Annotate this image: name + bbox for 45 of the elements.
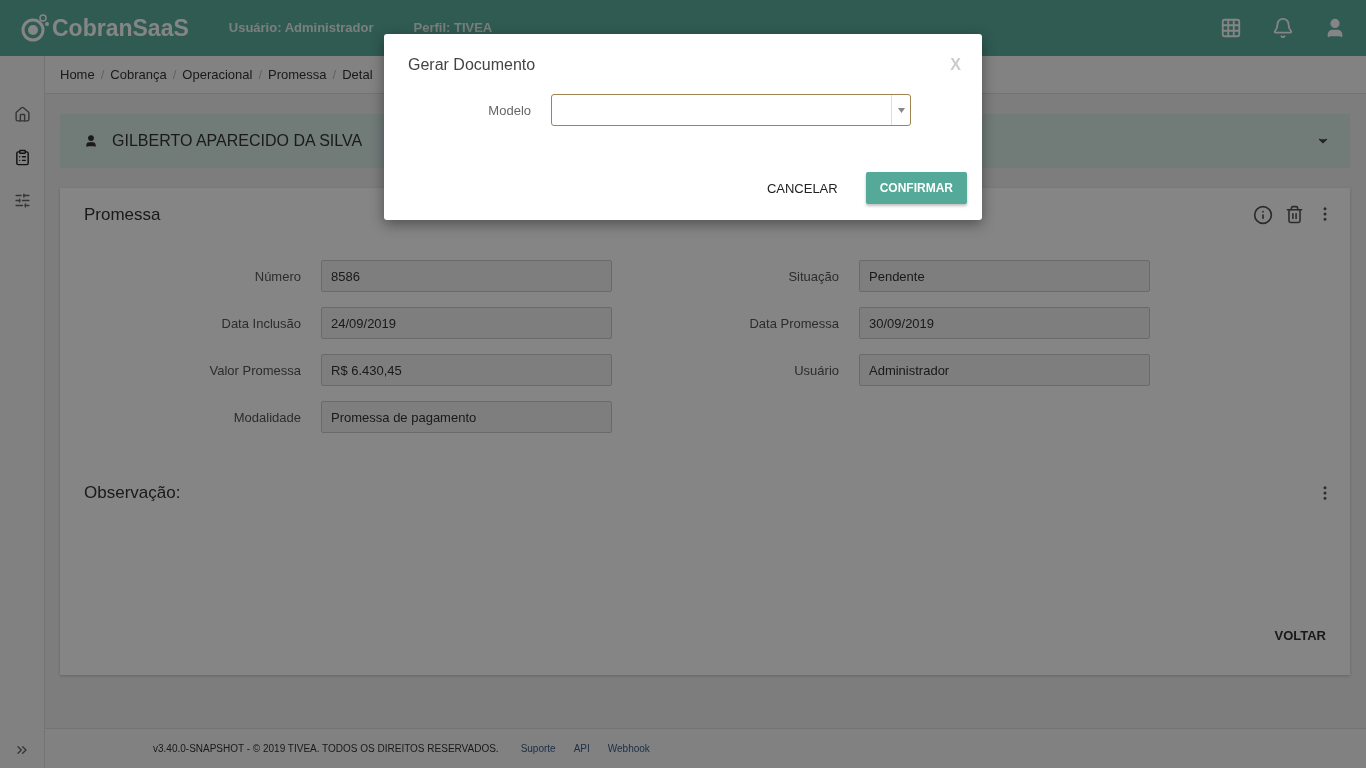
footer-link[interactable]: Webhook <box>607 743 650 754</box>
input-field[interactable]: 24/09/2019 <box>321 307 612 339</box>
person-icon <box>84 134 98 148</box>
input-field[interactable]: Administrador <box>859 354 1150 386</box>
input-field[interactable]: 30/09/2019 <box>859 307 1150 339</box>
copyright-text: v3.40.0-SNAPSHOT - © 2019 TIVEA. TODOS OS DIREITOS RESERVADOS. <box>153 743 499 754</box>
notifications-icon[interactable] <box>1272 17 1294 39</box>
footer-link[interactable]: API <box>573 743 590 754</box>
breadcrumb-link[interactable]: Cobrança <box>110 67 167 82</box>
input-field[interactable]: R$ 6.430,45 <box>321 354 612 386</box>
info-icon[interactable] <box>1253 205 1273 225</box>
field-label: Valor Promessa <box>208 362 301 378</box>
field-label: Modelo <box>487 102 531 118</box>
breadcrumb-separator: / <box>258 67 263 82</box>
input-field[interactable]: Promessa de pagamento <box>321 401 612 433</box>
breadcrumb-separator: / <box>332 67 337 82</box>
breadcrumb-separator: / <box>100 67 105 82</box>
brand-name: CobranSaaS <box>52 14 189 42</box>
user-info: Usuário: Administrador <box>228 19 374 35</box>
person-name: GILBERTO APARECIDO DA SILVA <box>112 132 363 150</box>
field-label: Usuário <box>793 362 839 378</box>
back-button[interactable]: VOLTAR <box>1266 620 1334 651</box>
breadcrumb-link[interactable]: Detal <box>342 67 373 82</box>
breadcrumb-separator: / <box>172 67 177 82</box>
cancel-button[interactable]: CANCELAR <box>760 179 844 197</box>
coin-logo-icon <box>20 13 50 43</box>
confirm-button[interactable]: CONFIRMAR <box>865 172 967 204</box>
dialog-title: Gerar Documento <box>408 56 536 74</box>
input-field[interactable]: 8586 <box>321 260 612 292</box>
select-field[interactable] <box>551 94 911 126</box>
field-label: Data Promessa <box>748 315 839 331</box>
profile-info: Perfil: TIVEA <box>413 19 493 35</box>
field-label: Situação <box>787 268 839 284</box>
field-label: Data Inclusão <box>220 315 301 331</box>
input-field[interactable]: Pendente <box>859 260 1150 292</box>
field-label: Modalidade <box>232 409 301 425</box>
footer-link[interactable]: Suporte <box>520 743 556 754</box>
card-title: Promessa <box>84 205 161 225</box>
apps-grid-icon[interactable] <box>1220 17 1242 39</box>
field-label: Número <box>253 268 301 284</box>
breadcrumb-link[interactable]: Operacional <box>182 67 253 82</box>
breadcrumb-link[interactable]: Home <box>60 67 95 82</box>
breadcrumb-link[interactable]: Promessa <box>268 67 327 82</box>
section-title: Observação: <box>84 483 181 503</box>
delete-icon[interactable] <box>1285 205 1304 225</box>
